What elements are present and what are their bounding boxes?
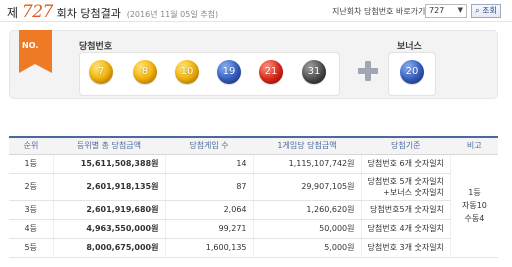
plus-icon — [358, 61, 378, 81]
note-line: 수동4 — [464, 214, 485, 223]
winning-ball-2: 8 — [133, 60, 157, 84]
cell-count: 99,271 — [165, 219, 254, 239]
cell-per-game: 29,907,105원 — [253, 173, 362, 201]
cell-rank: 3등 — [9, 200, 54, 220]
view-button-label: 조회 — [482, 6, 497, 15]
table-row: 3등 2,601,919,680원 2,064 1,260,620원 당첨번호5… — [9, 200, 498, 220]
round-select[interactable]: 727 ▼ — [425, 4, 467, 18]
cell-criteria: 당첨번호 3개 숫자일치 — [361, 238, 451, 258]
cell-per-game: 1,260,620원 — [253, 200, 362, 220]
winning-numbers-label: 당첨번호 — [79, 42, 113, 52]
cell-rank: 2등 — [9, 173, 54, 201]
cell-total: 4,963,550,000원 — [53, 219, 166, 239]
cell-criteria: 당첨번호 6개 숫자일치 — [361, 154, 451, 174]
bonus-label: 보너스 — [397, 42, 422, 52]
search-icon: ⌕ — [475, 6, 480, 15]
past-round-nav-label: 지난회차 당첨번호 바로가기 — [332, 7, 426, 16]
winning-ball-6: 31 — [302, 60, 326, 84]
cell-total: 2,601,918,135원 — [53, 173, 166, 201]
winning-ball-4: 19 — [217, 60, 241, 84]
cell-total: 15,611,508,388원 — [53, 154, 166, 174]
cell-rank: 4등 — [9, 219, 54, 239]
prize-results-table: 순위 등위별 총 당첨금액 당첨게임 수 1게임당 당첨금액 당첨기준 비고 1… — [9, 136, 498, 258]
view-button[interactable]: ⌕ 조회 — [471, 4, 501, 18]
col-header-criteria: 당첨기준 — [361, 136, 451, 155]
col-header-note: 비고 — [450, 136, 498, 155]
cell-count: 14 — [165, 154, 254, 174]
chevron-down-icon: ▼ — [457, 6, 463, 14]
note-line: 자동10 — [462, 201, 487, 210]
cell-count: 87 — [165, 173, 254, 201]
col-header-total: 등위별 총 당첨금액 — [53, 136, 165, 155]
cell-per-game: 50,000원 — [253, 219, 362, 239]
criteria-line: 당첨번호 4개 숫자일치 — [367, 224, 444, 233]
cell-rank: 1등 — [9, 154, 54, 174]
table-row: 1등 15,611,508,388원 14 1,115,107,742원 당첨번… — [9, 154, 498, 258]
col-header-per-game: 1게임당 당첨금액 — [253, 136, 361, 155]
round-number: 727 — [21, 2, 53, 22]
col-header-count: 당첨게임 수 — [165, 136, 253, 155]
winning-ball-5: 21 — [259, 60, 283, 84]
cell-criteria: 당첨번호 5개 숫자일치 +보너스 숫자일치 — [361, 173, 451, 201]
winning-ball-1: 7 — [89, 60, 113, 84]
criteria-line: +보너스 숫자일치 — [383, 187, 444, 197]
no-ribbon-badge: NO. — [19, 30, 52, 73]
cell-criteria: 당첨번호 4개 숫자일치 — [361, 219, 451, 239]
col-header-rank: 순위 — [9, 136, 53, 155]
title-suffix: 회차 당첨결과 — [56, 7, 121, 20]
page-header: 제 727 회차 당첨결과 (2016년 11월 05일 추첨) 지난회차 당첨… — [0, 0, 512, 22]
round-select-value: 727 — [429, 6, 445, 15]
criteria-line: 당첨번호 6개 숫자일치 — [367, 159, 444, 168]
page-title: 제 727 회차 당첨결과 (2016년 11월 05일 추첨) — [7, 2, 218, 22]
table-row: 2등 2,601,918,135원 87 29,907,105원 당첨번호 5개… — [9, 173, 498, 201]
cell-count: 1,600,135 — [165, 238, 254, 258]
winning-ball-3: 10 — [175, 60, 199, 84]
table-row: 4등 4,963,550,000원 99,271 50,000원 당첨번호 4개… — [9, 219, 498, 239]
cell-total: 8,000,675,000원 — [53, 238, 166, 258]
cell-total: 2,601,919,680원 — [53, 200, 166, 220]
cell-per-game: 1,115,107,742원 — [253, 154, 362, 174]
cell-criteria: 당첨번호5개 숫자일치 — [361, 200, 451, 220]
draw-date: (2016년 11월 05일 추첨) — [126, 10, 219, 19]
badge-label: NO. — [22, 41, 39, 50]
table-row: 5등 8,000,675,000원 1,600,135 5,000원 당첨번호 … — [9, 238, 498, 258]
note-line: 1등 — [468, 188, 481, 197]
criteria-line: 당첨번호5개 숫자일치 — [370, 205, 444, 214]
criteria-line: 당첨번호 3개 숫자일치 — [367, 243, 444, 252]
winning-numbers-box — [79, 52, 340, 96]
bonus-ball: 20 — [400, 60, 424, 84]
cell-rank: 5등 — [9, 238, 54, 258]
cell-note: 1등 자동10 수동4 — [450, 154, 498, 258]
cell-per-game: 5,000원 — [253, 238, 362, 258]
cell-count: 2,064 — [165, 200, 254, 220]
table-header-row: 순위 등위별 총 당첨금액 당첨게임 수 1게임당 당첨금액 당첨기준 비고 — [9, 136, 498, 155]
criteria-line: 당첨번호 5개 숫자일치 — [367, 176, 444, 186]
title-prefix: 제 — [7, 6, 19, 20]
